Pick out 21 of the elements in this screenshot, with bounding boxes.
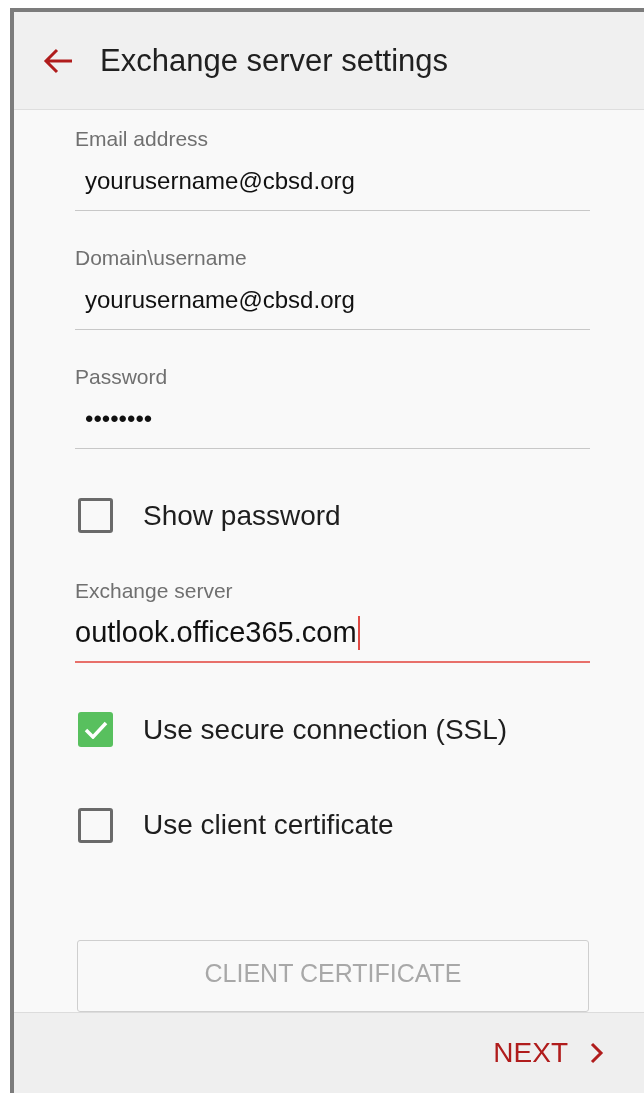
field-label: Exchange server	[75, 578, 234, 605]
field-label: Domain\username	[75, 245, 248, 271]
input-field[interactable]: outlook.office365.com	[75, 604, 590, 664]
checkbox-label: Show password	[143, 499, 341, 532]
checkmark-icon	[83, 721, 108, 739]
screen-title: Exchange server settings	[100, 42, 449, 79]
checkbox[interactable]	[78, 712, 113, 748]
checkbox-label: Use client certificate	[143, 809, 394, 842]
checkbox[interactable]	[78, 807, 113, 843]
input-field[interactable]: yourusername@cbsd.org	[75, 271, 590, 330]
next-button[interactable]: NEXT	[493, 1037, 604, 1069]
chevron-right-icon	[590, 1042, 604, 1064]
field-label: Password	[75, 364, 169, 390]
back-arrow-icon	[42, 46, 74, 75]
field-label: Email address	[75, 126, 210, 152]
input-field[interactable]: yourusername@cbsd.org	[75, 152, 590, 211]
checkbox[interactable]	[78, 498, 113, 534]
text-cursor	[357, 615, 360, 650]
input-field[interactable]: ••••••••	[75, 390, 590, 449]
back-button[interactable]	[42, 46, 74, 75]
checkbox-label: Use secure connection (SSL)	[143, 714, 508, 746]
